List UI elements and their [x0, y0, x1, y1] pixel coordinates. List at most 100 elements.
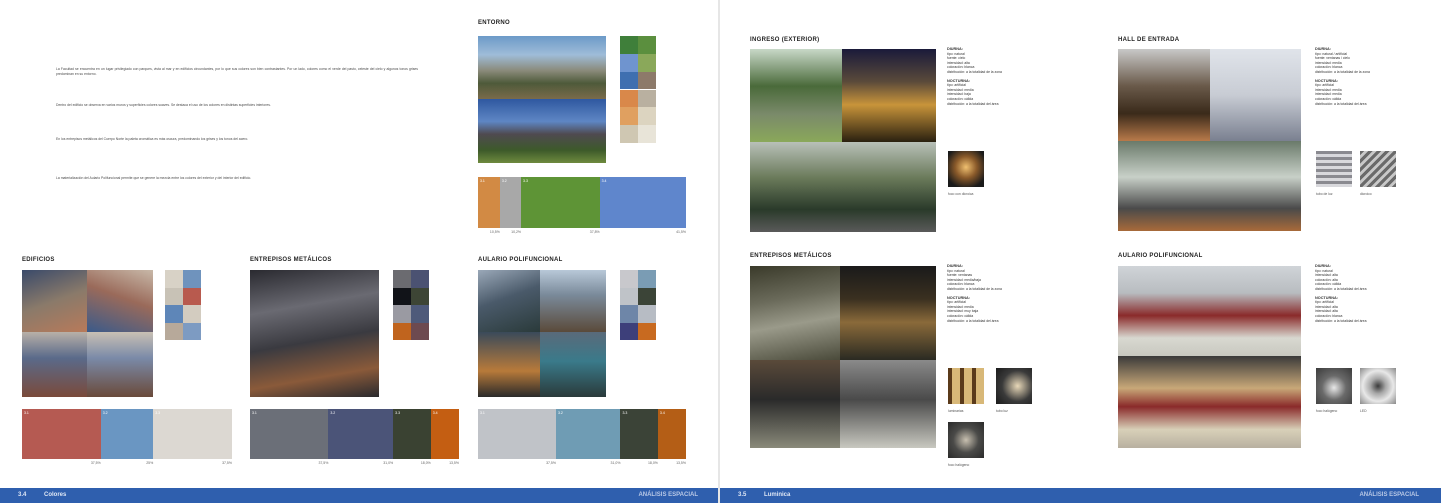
caption-hall-2: dicroico [1360, 192, 1372, 196]
photo-ingreso-day [750, 49, 842, 142]
color-bar-segment: 3.1 [478, 409, 556, 459]
photo-hall-3 [1118, 141, 1301, 231]
swatch-grid-aulario [620, 270, 656, 340]
photo-entrepisos-1 [750, 266, 840, 360]
segment-percent: 37,5% [318, 461, 329, 465]
color-swatch [620, 287, 638, 305]
caption-entrepisos-1: luminarias [948, 409, 964, 413]
segment-percent: 18,0% [420, 461, 431, 465]
color-swatch [638, 36, 656, 54]
color-swatch [165, 322, 183, 340]
photo-entrepisos-4 [840, 360, 936, 448]
color-swatch [620, 125, 638, 143]
section-title-edificios: EDIFICIOS [22, 257, 55, 263]
photo-aulario-3 [478, 332, 540, 397]
segment-percent: 37,5% [546, 461, 556, 465]
photo-entrepisos [250, 270, 379, 397]
intro-paragraph-1: La Facultad se encuentra en un lugar pri… [56, 67, 418, 76]
color-swatch [638, 71, 656, 90]
photo-aulario-luz-1 [1118, 266, 1301, 356]
color-swatch [620, 53, 638, 72]
footer-chapter-name: Luminica [764, 492, 791, 498]
footer-page-number: 3.5 [738, 492, 747, 498]
color-bar-segment: 3.2 [100, 409, 154, 459]
segment-label: 3.4 [659, 411, 665, 415]
thumb-tubo-luz [1316, 151, 1352, 187]
segment-percent: 41,5% [676, 230, 686, 234]
color-swatch [411, 305, 429, 323]
photo-hall-1 [1118, 49, 1210, 141]
day-line: distribución: a la totalidad de la zona [1315, 69, 1370, 74]
swatch-grid-edificios [165, 270, 201, 340]
color-swatch [638, 89, 656, 108]
footer-section-name: ANÁLISIS ESPACIAL [638, 492, 698, 498]
color-bar-segment: 3.4 [599, 177, 686, 228]
color-swatch [620, 270, 638, 288]
color-bar-segment: 3.1 [478, 177, 500, 228]
photo-entorno-park [478, 99, 606, 163]
section-title-aulario: AULARIO POLIFUNCIONAL [478, 257, 563, 263]
color-swatch [638, 305, 656, 323]
segment-percent: 37,5% [90, 461, 101, 465]
intro-paragraph-2: Dentro del edificio se observa en varios… [56, 103, 271, 107]
section-title-ingreso: INGRESO (EXTERIOR) [750, 37, 820, 43]
left-page: La Facultad se encuentra en un lugar pri… [0, 0, 720, 503]
color-bar-segment: 3.3 [620, 409, 658, 459]
thumb-foco-halogeno-aulario [1316, 368, 1352, 404]
segment-label: 3.2 [330, 411, 336, 415]
segment-percent: 25% [146, 461, 154, 465]
segment-label: 3.1 [480, 411, 485, 415]
segment-label: 3.3 [523, 179, 528, 183]
photo-ingreso-night [842, 49, 936, 142]
photo-edificios-3 [22, 332, 87, 397]
color-swatch [620, 322, 638, 340]
caption-ingreso-1: foco con dicroica [948, 192, 974, 196]
color-swatch [183, 287, 201, 305]
thumb-luminarias [948, 368, 984, 404]
segment-label: 3.1 [480, 179, 485, 183]
color-bar-segment: 3.1 [22, 409, 101, 459]
color-bar-segment: 3.4 [430, 409, 459, 459]
swatch-grid-entorno [620, 36, 656, 143]
color-bar-segment: 3.2 [499, 177, 522, 228]
color-bar-segment: 3.3 [521, 177, 600, 228]
segment-percent: 31,0% [610, 461, 621, 465]
color-swatch [411, 322, 429, 340]
thumb-dicroico [1360, 151, 1396, 187]
color-swatch [393, 322, 411, 340]
color-bar-segment: 3.2 [556, 409, 621, 459]
color-bar-segment: 3.3 [393, 409, 431, 459]
lighting-text-entrepisos: DIURNA: tipo: natural fuente: ventanas i… [947, 264, 1047, 323]
segment-label: 3.2 [501, 179, 507, 183]
segment-label: 3.1 [252, 411, 257, 415]
section-title-entrepisos: ENTREPISOS METÁLICOS [250, 257, 332, 263]
caption-aulario-2: LED [1360, 409, 1367, 413]
photo-edificios-2 [87, 270, 153, 332]
thumb-led [1360, 368, 1396, 404]
color-swatch [620, 107, 638, 126]
segment-percent: 10,5% [489, 230, 500, 234]
intro-paragraph-3: En los entrepisos metálicos del Cuerpo N… [56, 137, 249, 141]
color-swatch [620, 71, 638, 90]
segment-percent: 18,0% [647, 461, 658, 465]
footer-chapter-name: Colores [44, 492, 67, 498]
color-bar-aulario: 3.1 3.2 3.3 3.4 [478, 409, 686, 459]
day-line: distribución: a la totalidad del área [1315, 286, 1367, 291]
photo-edificios-4 [87, 332, 153, 397]
color-swatch [183, 305, 201, 323]
color-swatch [411, 287, 429, 305]
color-swatch [638, 270, 656, 288]
segment-label: 3.2 [102, 411, 108, 415]
photo-entrepisos-2 [840, 266, 936, 360]
swatch-grid-entrepisos [393, 270, 429, 340]
photo-aulario-luz-2 [1118, 356, 1301, 448]
intro-paragraph-4: La materialización del Aulario Polifunci… [56, 176, 252, 180]
color-swatch [165, 270, 183, 288]
color-swatch [620, 305, 638, 323]
night-line: distribución: a la totalidad del área [1315, 318, 1367, 323]
color-swatch [411, 270, 429, 288]
color-swatch [638, 107, 656, 126]
color-swatch [393, 305, 411, 323]
color-swatch [638, 125, 656, 143]
color-swatch [638, 322, 656, 340]
